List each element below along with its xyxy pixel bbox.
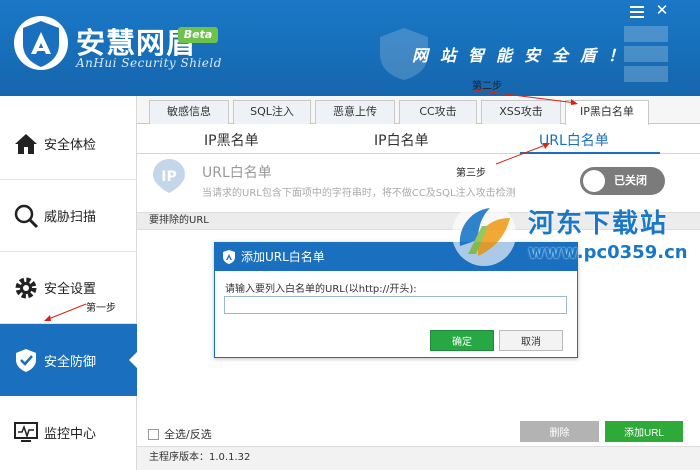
annotation-step-1: 第一步 — [86, 303, 116, 314]
slogan: 网站智能安全盾！ — [412, 46, 637, 65]
tab-sql-injection[interactable]: SQL注入 — [233, 100, 311, 124]
sidebar-item-label: 安全防御 — [44, 354, 97, 370]
sidebar-item-label: 安全设置 — [44, 282, 97, 297]
magnifier-icon — [14, 204, 39, 228]
toggle-knob — [583, 170, 605, 192]
tab-cc-attack[interactable]: CC攻击 — [399, 100, 477, 124]
select-all-label: 全选/反选 — [164, 428, 212, 441]
decorative-server-icon — [624, 26, 668, 82]
version-label: 主程序版本：1.0.1.32 — [149, 452, 251, 463]
shield-icon — [16, 349, 36, 372]
app-header: 安慧网盾 Beta AnHui Security Shield 网站智能安全盾！… — [0, 0, 700, 96]
sidebar-item-label: 监控中心 — [44, 426, 97, 442]
annotation-arrow-step-1 — [44, 303, 87, 321]
ip-badge-text: IP — [161, 169, 176, 185]
watermark-url: www.pc0359.cn — [528, 242, 688, 263]
cancel-button[interactable]: 取消 — [499, 330, 563, 351]
section-title: URL白名单 — [202, 165, 272, 181]
whitelist-toggle[interactable]: 已关闭 — [580, 167, 665, 195]
sidebar-item-security-defense[interactable]: 安全防御 — [0, 324, 138, 396]
sidebar-item-label: 安全体检 — [44, 138, 97, 153]
watermark-text: 河东下载站 — [528, 209, 669, 239]
toggle-label: 已关闭 — [614, 174, 647, 187]
confirm-button[interactable]: 确定 — [430, 330, 494, 351]
add-url-button[interactable]: 添加URL — [605, 421, 683, 442]
app-logo-icon — [14, 16, 68, 70]
add-url-dialog: 添加URL白名单 请输入要列入白名单的URL(以http://开头): 确定 取… — [214, 242, 578, 358]
tab-malicious-upload[interactable]: 恶意上传 — [315, 100, 395, 124]
tab-bar: 敏感信息 SQL注入 恶意上传 CC攻击 XSS攻击 IP黑白名单 — [137, 96, 700, 125]
monitor-icon — [14, 422, 38, 442]
subtab-bar: IP黑名单 IP白名单 URL白名单 — [137, 124, 700, 154]
app-subtitle: AnHui Security Shield — [76, 56, 222, 70]
dialog-title: 添加URL白名单 — [241, 250, 325, 264]
sidebar-item-security-check[interactable]: 安全体检 — [0, 108, 137, 180]
subtab-ip-whitelist[interactable]: IP白名单 — [374, 130, 429, 150]
delete-button[interactable]: 删除 — [520, 421, 599, 442]
dialog-logo-icon — [223, 250, 235, 264]
url-input[interactable] — [224, 296, 567, 314]
subtab-ip-blacklist[interactable]: IP黑名单 — [204, 130, 259, 150]
home-icon — [15, 133, 37, 154]
dialog-prompt: 请输入要列入白名单的URL(以http://开头): — [225, 284, 417, 295]
close-button[interactable]: ✕ — [655, 3, 669, 18]
sidebar-item-threat-scan[interactable]: 威胁扫描 — [0, 180, 137, 252]
beta-badge: Beta — [178, 27, 218, 43]
ip-badge-icon: IP — [153, 159, 185, 193]
select-all-checkbox[interactable] — [148, 428, 159, 440]
gear-icon — [15, 277, 37, 298]
annotation-step-3: 第三步 — [456, 168, 486, 179]
sidebar-item-monitor-center[interactable]: 监控中心 — [0, 396, 137, 468]
status-bar: 主程序版本：1.0.1.32 — [137, 446, 700, 470]
watermark-logo-icon — [452, 202, 516, 266]
menu-button[interactable] — [630, 6, 644, 18]
sidebar-item-label: 威胁扫描 — [44, 210, 97, 225]
annotation-arrow-step-2 — [473, 89, 578, 105]
annotation-arrow-step-3 — [495, 143, 550, 165]
dialog-titlebar: 添加URL白名单 — [215, 243, 577, 271]
sidebar: 安全体检 威胁扫描 安全设置 安全防御 监控中心 — [0, 96, 138, 470]
select-all-control[interactable]: 全选/反选 — [148, 426, 212, 442]
tab-sensitive-info[interactable]: 敏感信息 — [149, 100, 229, 124]
menu-icon — [630, 6, 644, 8]
